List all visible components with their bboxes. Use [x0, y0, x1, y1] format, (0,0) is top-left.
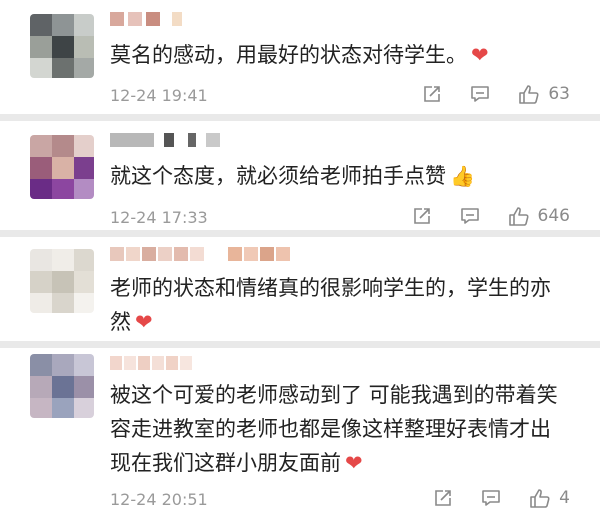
comment-meta: 12-24 20:51 4 [110, 488, 570, 512]
comment-card: 老师的状态和情绪真的很影响学生的，学生的亦然 ❤ [0, 237, 600, 341]
comment-time: 12-24 20:51 [110, 490, 208, 509]
comment-feed: 莫名的感动，用最好的状态对待学生。 ❤ 12-24 19:41 63 就这个态度… [0, 0, 600, 513]
comment-button[interactable] [481, 488, 501, 508]
share-icon [424, 86, 441, 102]
comment-text: 老师的状态和情绪真的很影响学生的，学生的亦然 ❤ [110, 276, 551, 334]
comment-meta: 12-24 19:41 63 [110, 84, 570, 108]
heart-emoji: ❤ [345, 451, 363, 475]
comment-icon [471, 86, 490, 102]
like-count: 646 [537, 206, 570, 226]
heart-emoji: ❤ [471, 43, 489, 67]
comment-time: 12-24 19:41 [110, 86, 208, 105]
comment-text: 被这个可爱的老师感动到了 可能我遇到的带着笑容走进教室的老师也都是像这样整理好表… [110, 383, 558, 475]
like-count: 4 [559, 488, 570, 508]
share-icon [435, 490, 451, 506]
share-button[interactable] [433, 488, 453, 508]
comment-text: 就这个态度，就必须给老师拍手点赞 👍 [110, 164, 475, 188]
avatar[interactable] [30, 354, 94, 418]
avatar[interactable] [30, 135, 94, 199]
share-icon [413, 208, 430, 224]
share-button[interactable] [422, 84, 442, 104]
like-icon [519, 85, 539, 104]
comment-text: 莫名的感动，用最好的状态对待学生。 ❤ [110, 43, 489, 67]
thumbs-up-emoji: 👍 [450, 164, 475, 188]
comment-card: 被这个可爱的老师感动到了 可能我遇到的带着笑容走进教室的老师也都是像这样整理好表… [0, 348, 600, 513]
comment-icon [482, 490, 500, 506]
comment-card: 就这个态度，就必须给老师拍手点赞 👍 12-24 17:33 646 [0, 121, 600, 230]
comment-icon [460, 208, 479, 224]
like-button[interactable]: 646 [508, 206, 570, 226]
like-icon [508, 207, 529, 226]
like-icon [530, 489, 550, 508]
share-button[interactable] [412, 206, 432, 226]
comment-meta: 12-24 17:33 646 [110, 206, 570, 230]
avatar[interactable] [30, 14, 94, 78]
avatar[interactable] [30, 249, 94, 313]
comment-card: 莫名的感动，用最好的状态对待学生。 ❤ 12-24 19:41 63 [0, 0, 600, 114]
comment-time: 12-24 17:33 [110, 208, 208, 227]
like-button[interactable]: 63 [518, 84, 570, 104]
heart-emoji: ❤ [135, 310, 153, 334]
comment-button[interactable] [470, 84, 490, 104]
like-count: 63 [548, 84, 570, 104]
comment-button[interactable] [460, 206, 480, 226]
like-button[interactable]: 4 [529, 488, 570, 508]
